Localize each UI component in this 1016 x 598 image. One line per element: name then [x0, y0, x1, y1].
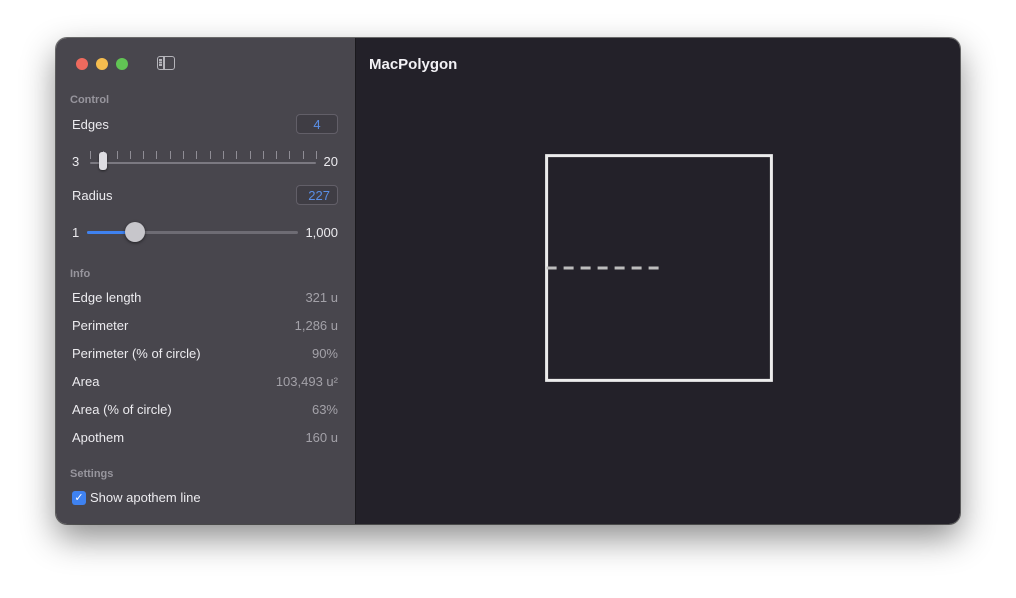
info-row-label: Area (% of circle) — [72, 402, 172, 417]
edges-slider-tick — [183, 151, 185, 159]
edges-slider-tick — [169, 151, 171, 159]
info-row-value: 1,286 u — [294, 318, 338, 333]
edges-field[interactable] — [296, 114, 338, 134]
info-row-value: 160 u — [305, 430, 338, 445]
zoom-icon[interactable] — [116, 58, 128, 70]
info-row-value: 321 u — [305, 290, 338, 305]
info-row-label: Apothem — [72, 430, 125, 445]
edges-slider-tick — [302, 151, 304, 159]
show-apothem-label[interactable]: Show apothem line — [90, 490, 201, 505]
edges-slider-tick — [222, 151, 224, 159]
info-row-value: 90% — [311, 346, 338, 361]
info-row-label: Perimeter (% of circle) — [72, 346, 201, 361]
radius-field[interactable] — [296, 185, 338, 205]
close-icon[interactable] — [76, 58, 88, 70]
info-row-value: 103,493 u² — [275, 374, 338, 389]
info-row-value: 63% — [311, 402, 338, 417]
edges-slider-tick — [276, 151, 278, 159]
show-apothem-checkbox[interactable]: ✓ — [72, 491, 86, 505]
settings-header: Settings — [70, 468, 114, 480]
polygon-canvas — [545, 154, 773, 382]
edges-slider-min-label: 3 — [72, 154, 80, 169]
info-header: Info — [70, 268, 91, 280]
edges-slider-tick — [129, 151, 131, 159]
edges-slider-max-label: 20 — [323, 154, 338, 169]
edges-slider-tick — [209, 151, 211, 159]
control-header: Control — [70, 94, 110, 106]
info-row-label: Area — [72, 374, 100, 389]
edges-slider-tick — [236, 151, 238, 159]
radius-slider-knob[interactable] — [124, 222, 145, 242]
edges-slider-tick — [116, 151, 118, 159]
edges-slider-knob[interactable] — [99, 152, 108, 170]
radius-slider-min-label: 1 — [72, 225, 80, 240]
checkmark-icon: ✓ — [74, 492, 84, 504]
edges-label: Edges — [72, 117, 109, 132]
edges-slider-tick — [156, 151, 158, 159]
edges-slider-tick — [90, 151, 91, 159]
radius-slider-max-label: 1,000 — [305, 225, 338, 240]
edges-slider-tick — [262, 151, 264, 159]
edges-slider-tick — [249, 151, 251, 159]
info-row-label: Edge length — [72, 290, 142, 305]
radius-slider-track[interactable] — [87, 231, 298, 234]
edges-slider-tick — [289, 151, 291, 159]
canvas-area: MacPolygon — [356, 38, 960, 524]
sidebar-toggle-icon[interactable] — [157, 56, 175, 70]
minimize-icon[interactable] — [96, 58, 108, 70]
edges-slider-tick — [316, 151, 317, 159]
edges-slider-tick — [143, 151, 145, 159]
sidebar: Control Edges 3 20 Radius 1 1,000 Info E… — [56, 38, 356, 524]
radius-label: Radius — [72, 188, 113, 203]
edges-slider-tick — [196, 151, 198, 159]
info-row-label: Perimeter — [72, 318, 129, 333]
app-window: Control Edges 3 20 Radius 1 1,000 Info E… — [56, 38, 960, 524]
edges-slider-track[interactable] — [90, 162, 316, 164]
